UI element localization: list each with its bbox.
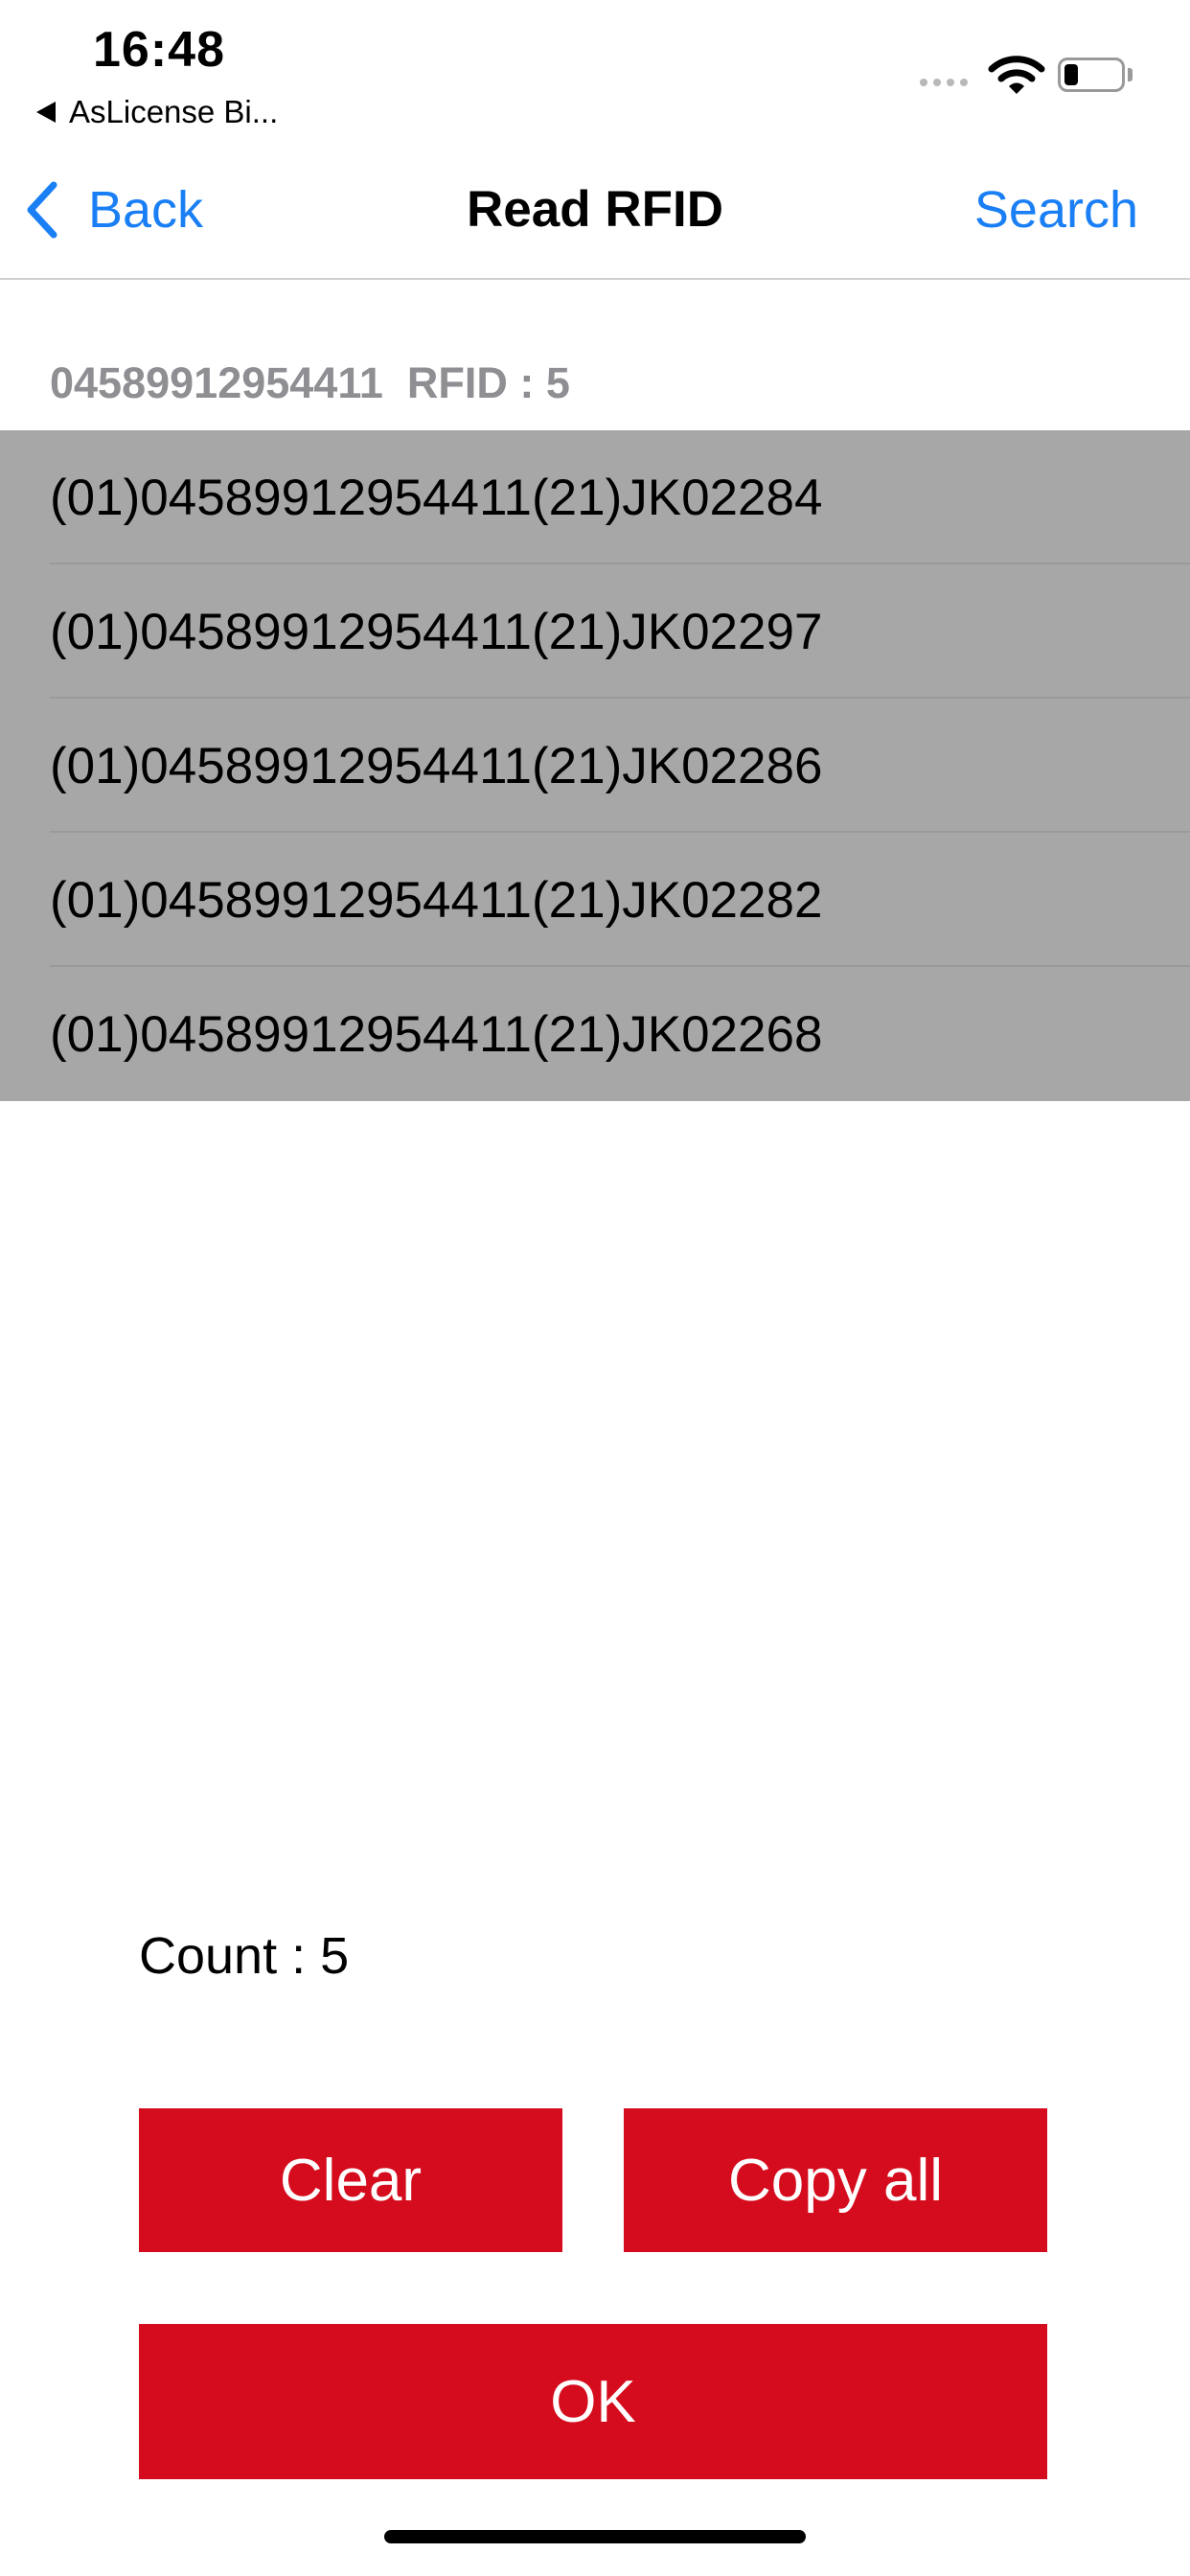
wifi-icon [988,56,1045,94]
search-button[interactable]: Search [974,178,1138,242]
section-header: 04589912954411 RFID : 5 [50,358,570,407]
status-time: 16:48 [93,22,225,78]
rfid-code: (01)04589912954411(21)JK02286 [50,738,823,794]
rfid-code: (01)04589912954411(21)JK02268 [50,1006,823,1063]
copy-all-button[interactable]: Copy all [624,2108,1047,2252]
list-item[interactable]: (01)04589912954411(21)JK02286 [0,699,1190,833]
count-label: Count : 5 [139,1927,350,1985]
ok-button[interactable]: OK [139,2324,1047,2479]
battery-icon [1058,58,1125,92]
nav-divider [0,278,1190,280]
rfid-code: (01)04589912954411(21)JK02284 [50,470,823,526]
list-item[interactable]: (01)04589912954411(21)JK02284 [0,430,1190,564]
chevron-left-icon [27,181,57,239]
return-app-label: AsLicense Bi... [69,94,279,129]
home-indicator[interactable] [384,2530,806,2543]
list-item[interactable]: (01)04589912954411(21)JK02297 [0,564,1190,699]
list-item[interactable]: (01)04589912954411(21)JK02282 [0,833,1190,967]
battery-tip [1128,68,1133,81]
back-button[interactable]: Back [25,178,203,242]
back-triangle-icon [36,102,56,123]
rfid-code: (01)04589912954411(21)JK02282 [50,872,823,929]
back-label: Back [88,181,204,239]
rfid-code: (01)04589912954411(21)JK02297 [50,604,823,660]
return-to-app-link[interactable]: AsLicense Bi... [36,94,278,130]
rfid-list: (01)04589912954411(21)JK02284 (01)045899… [0,430,1190,1101]
screen: 16:48 AsLicense Bi... Back Read RFID Sea… [0,0,1190,2576]
list-item[interactable]: (01)04589912954411(21)JK02268 [0,967,1190,1101]
clear-button[interactable]: Clear [139,2108,562,2252]
cellular-signal-icon [920,79,968,86]
